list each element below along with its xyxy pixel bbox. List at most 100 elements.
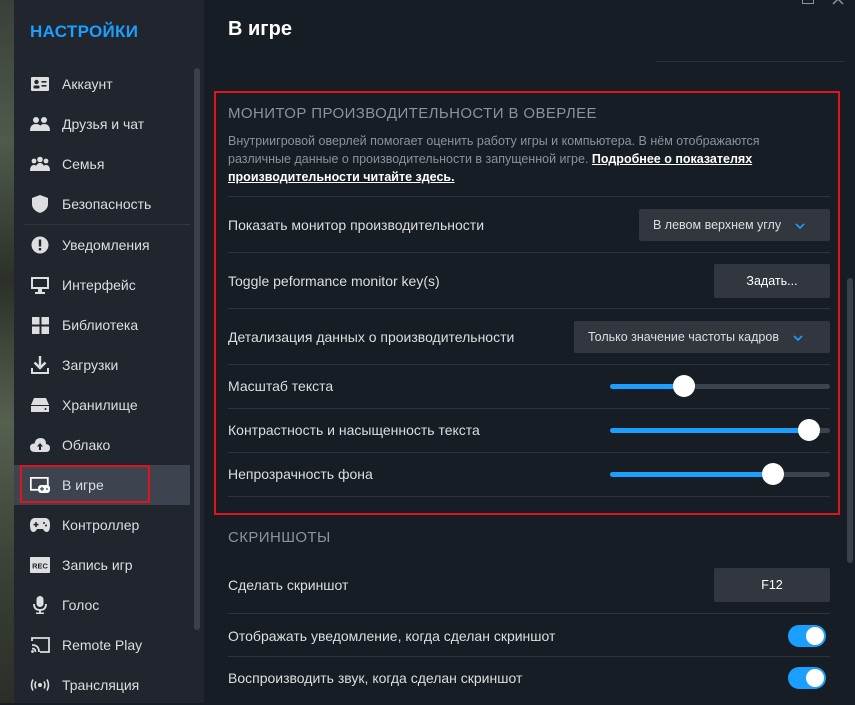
sidebar-item-label: Уведомления bbox=[62, 237, 150, 253]
sidebar-item-label: Трансляция bbox=[62, 677, 140, 693]
grid-icon bbox=[30, 315, 50, 335]
contrast-label: Контрастность и насыщенность текста bbox=[228, 422, 480, 438]
sidebar-item-label: Хранилище bbox=[62, 397, 138, 413]
row-divider bbox=[228, 308, 830, 309]
gamepad-icon bbox=[30, 515, 50, 535]
friends-icon bbox=[30, 114, 50, 134]
monitor-icon bbox=[30, 275, 50, 295]
contrast-slider[interactable] bbox=[610, 419, 830, 441]
sound-label: Воспроизводить звук, когда сделан скринш… bbox=[228, 670, 523, 686]
opacity-row: Непрозрачность фона bbox=[228, 462, 830, 486]
sidebar-scrollbar[interactable] bbox=[194, 68, 200, 630]
sidebar-item-label: Семья bbox=[62, 156, 105, 172]
sidebar-item-remote-play[interactable]: Remote Play bbox=[14, 625, 190, 665]
sidebar-item-label: Загрузки bbox=[62, 357, 119, 373]
toggle-knob bbox=[806, 669, 824, 687]
show-monitor-row: Показать монитор производительности В ле… bbox=[228, 208, 830, 242]
notify-toggle[interactable] bbox=[788, 625, 826, 647]
settings-content: В игре МОНИТОР ПРОИЗВОДИТЕЛЬНОСТИ В ОВЕР… bbox=[204, 0, 855, 703]
detail-dropdown[interactable]: Только значение частоты кадров bbox=[574, 321, 830, 353]
sidebar-item-label: Remote Play bbox=[62, 637, 143, 653]
show-monitor-label: Показать монитор производительности bbox=[228, 217, 485, 233]
take-screenshot-row: Сделать скриншот F12 bbox=[228, 568, 830, 602]
microphone-icon bbox=[30, 595, 50, 615]
chevron-down-icon bbox=[793, 330, 803, 344]
row-divider bbox=[228, 452, 830, 453]
slider-knob[interactable] bbox=[798, 419, 821, 441]
sidebar-title: НАСТРОЙКИ bbox=[30, 22, 139, 41]
row-divider bbox=[228, 496, 830, 497]
close-icon[interactable] bbox=[832, 0, 844, 5]
take-screenshot-label: Сделать скриншот bbox=[228, 577, 349, 593]
cast-icon bbox=[30, 635, 50, 655]
sidebar-item-cloud[interactable]: Облако bbox=[14, 425, 190, 465]
settings-sidebar: НАСТРОЙКИ Аккаунт Друзья и чат Семья Без… bbox=[14, 0, 204, 703]
sidebar-item-in-game[interactable]: В игре bbox=[14, 465, 190, 505]
sidebar-item-label: Интерфейс bbox=[62, 277, 136, 293]
sidebar-item-storage[interactable]: Хранилище bbox=[14, 385, 190, 425]
rec-icon: REC bbox=[30, 555, 50, 575]
text-scale-row: Масштаб текста bbox=[228, 374, 830, 398]
text-scale-slider[interactable] bbox=[610, 375, 830, 397]
sidebar-item-voice[interactable]: Голос bbox=[14, 585, 190, 625]
sidebar-item-controller[interactable]: Контроллер bbox=[14, 505, 190, 545]
sidebar-item-game-recording[interactable]: REC Запись игр bbox=[14, 545, 190, 585]
dropdown-value: Только значение частоты кадров bbox=[588, 330, 779, 344]
toggle-knob bbox=[806, 627, 824, 645]
sidebar-item-label: Запись игр bbox=[62, 557, 133, 573]
slider-fill bbox=[610, 472, 774, 477]
maximize-icon[interactable] bbox=[802, 0, 814, 4]
chevron-down-icon bbox=[795, 218, 805, 232]
background-game-strip bbox=[0, 0, 14, 703]
slider-knob[interactable] bbox=[673, 375, 696, 397]
row-divider bbox=[228, 656, 830, 657]
detail-row: Детализация данных о производительности … bbox=[228, 320, 830, 354]
sidebar-item-interface[interactable]: Интерфейс bbox=[14, 265, 190, 305]
notify-row: Отображать уведомление, когда сделан скр… bbox=[228, 624, 830, 648]
sound-row: Воспроизводить звук, когда сделан скринш… bbox=[228, 666, 830, 690]
detail-label: Детализация данных о производительности bbox=[228, 329, 515, 345]
opacity-label: Непрозрачность фона bbox=[228, 466, 373, 482]
download-icon bbox=[30, 355, 50, 375]
page-title: В игре bbox=[228, 18, 292, 40]
sidebar-item-label: Контроллер bbox=[62, 517, 140, 533]
account-card-icon bbox=[30, 74, 50, 94]
broadcast-icon bbox=[30, 675, 50, 695]
row-divider bbox=[228, 196, 830, 197]
set-key-button[interactable]: Задать... bbox=[714, 264, 830, 298]
cloud-icon bbox=[30, 435, 50, 455]
row-divider bbox=[228, 408, 830, 409]
opacity-slider[interactable] bbox=[610, 463, 830, 485]
dropdown-value: В левом верхнем углу bbox=[653, 218, 782, 232]
slider-knob[interactable] bbox=[762, 463, 785, 485]
performance-description: Внутриигровой оверлей помогает оценить р… bbox=[228, 132, 788, 186]
section-title-performance: МОНИТОР ПРОИЗВОДИТЕЛЬНОСТИ В ОВЕРЛЕЕ bbox=[228, 105, 597, 122]
slider-fill bbox=[610, 428, 810, 433]
sidebar-item-security[interactable]: Безопасность bbox=[14, 184, 190, 224]
sidebar-item-label: Голос bbox=[62, 597, 100, 613]
sidebar-item-label: Библиотека bbox=[62, 317, 139, 333]
sidebar-item-downloads[interactable]: Загрузки bbox=[14, 345, 190, 385]
sidebar-item-notifications[interactable]: Уведомления bbox=[14, 225, 190, 265]
sidebar-item-friends[interactable]: Друзья и чат bbox=[14, 104, 190, 144]
sidebar-item-library[interactable]: Библиотека bbox=[14, 305, 190, 345]
shield-icon bbox=[30, 194, 50, 214]
toggle-key-row: Toggle peformance monitor key(s) Задать.… bbox=[228, 264, 830, 298]
contrast-row: Контрастность и насыщенность текста bbox=[228, 418, 830, 442]
content-scrollbar[interactable] bbox=[847, 278, 853, 563]
sidebar-item-label: Друзья и чат bbox=[62, 116, 145, 132]
alert-icon bbox=[30, 235, 50, 255]
screenshot-key-button[interactable]: F12 bbox=[714, 568, 830, 602]
show-monitor-dropdown[interactable]: В левом верхнем углу bbox=[639, 209, 830, 241]
sound-toggle[interactable] bbox=[788, 667, 826, 689]
sidebar-item-label: Аккаунт bbox=[62, 76, 113, 92]
row-divider bbox=[228, 252, 830, 253]
section-title-screenshots: СКРИНШОТЫ bbox=[228, 529, 331, 546]
sidebar-item-label: Облако bbox=[62, 437, 111, 453]
family-icon bbox=[30, 154, 50, 174]
sidebar-item-broadcast[interactable]: Трансляция bbox=[14, 665, 190, 705]
sidebar-item-account[interactable]: Аккаунт bbox=[14, 64, 190, 104]
row-divider bbox=[228, 364, 830, 365]
storage-icon bbox=[30, 395, 50, 415]
sidebar-item-family[interactable]: Семья bbox=[14, 144, 190, 184]
